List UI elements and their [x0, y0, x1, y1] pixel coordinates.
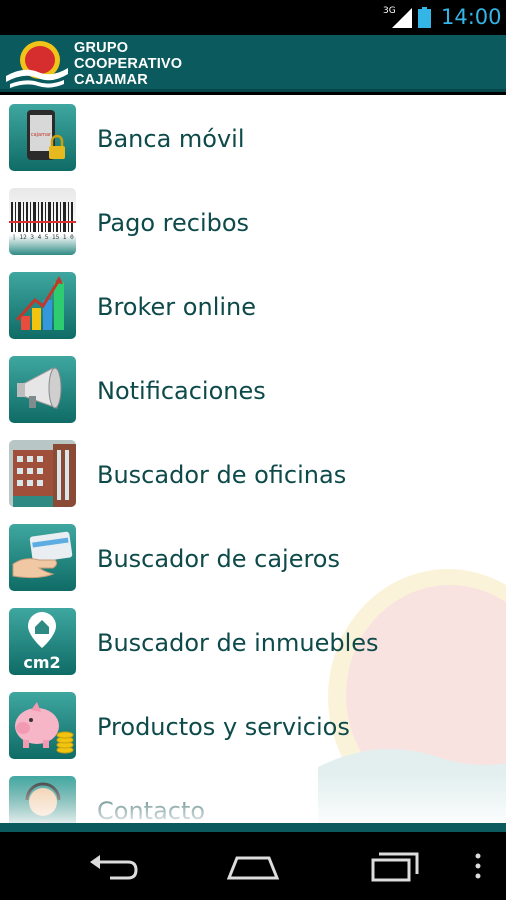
brand-line-3: CAJAMAR [74, 72, 148, 88]
home-icon[interactable] [223, 846, 283, 886]
banca-screen-text: cajamar [31, 132, 52, 138]
menu-item-label: Buscador de cajeros [97, 545, 340, 573]
back-icon[interactable] [82, 846, 142, 886]
megaphone-icon [9, 356, 76, 423]
menu-item-label: Broker online [97, 293, 256, 321]
card-hand-icon [9, 524, 76, 591]
signal-icon [392, 8, 412, 28]
menu-item-label: Buscador de inmuebles [97, 629, 379, 657]
app-header: GRUPO COOPERATIVO CAJAMAR [0, 35, 506, 92]
cajamar-logo-icon [6, 41, 68, 88]
menu-item-buscador-oficinas[interactable]: Buscador de oficinas [0, 431, 506, 515]
system-navigation-bar [0, 832, 506, 900]
menu-item-buscador-inmuebles[interactable]: cm2 Buscador de inmuebles [0, 599, 506, 683]
main-menu-screen: cajamar Banca móvil | 12 3 4 5 15 1 0 Pa… [0, 95, 506, 825]
battery-icon [418, 7, 431, 28]
menu-item-notificaciones[interactable]: Notificaciones [0, 347, 506, 431]
menu-item-pago-recibos[interactable]: | 12 3 4 5 15 1 0 Pago recibos [0, 179, 506, 263]
operator-icon [9, 776, 76, 825]
clock: 14:00 [441, 5, 502, 29]
menu-item-buscador-cajeros[interactable]: Buscador de cajeros [0, 515, 506, 599]
menu-item-label: Pago recibos [97, 209, 250, 237]
barcode-digits: | 12 3 4 5 15 1 0 [12, 234, 74, 241]
menu-item-label: Buscador de oficinas [97, 461, 347, 489]
menu-item-label: Contacto [97, 797, 206, 825]
brand-line-2: COOPERATIVO [74, 56, 183, 72]
inmuebles-badge-text: cm2 [23, 653, 60, 672]
menu-item-broker-online[interactable]: Broker online [0, 263, 506, 347]
menu-item-productos-servicios[interactable]: Productos y servicios [0, 683, 506, 767]
recents-icon[interactable] [365, 846, 425, 886]
mobile-banking-icon: cajamar [9, 104, 76, 171]
office-building-icon [9, 440, 76, 507]
status-bar: 3G 14:00 [0, 0, 506, 35]
brand-line-1: GRUPO [74, 40, 129, 56]
menu-item-label: Banca móvil [97, 125, 245, 153]
piggy-bank-icon [9, 692, 76, 759]
overflow-menu-icon[interactable] [460, 846, 496, 886]
menu-item-label: Productos y servicios [97, 713, 350, 741]
bottom-band [0, 823, 506, 832]
menu-item-label: Notificaciones [97, 377, 266, 405]
menu-item-banca-movil[interactable]: cajamar Banca móvil [0, 95, 506, 179]
barcode-icon: | 12 3 4 5 15 1 0 [9, 188, 76, 255]
brand-name: GRUPO COOPERATIVO CAJAMAR [74, 40, 182, 88]
house-pin-icon: cm2 [9, 608, 76, 675]
menu-item-contacto[interactable]: Contacto [0, 767, 506, 825]
bar-chart-icon [9, 272, 76, 339]
